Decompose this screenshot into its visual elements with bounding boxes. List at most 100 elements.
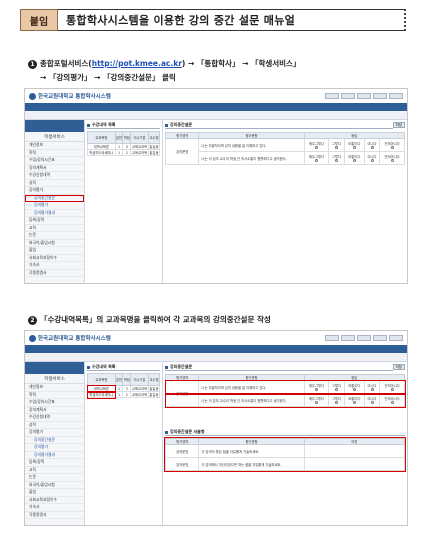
eval-panel: 강의중간설문 저장 평가영역 평가문항 응답 강의운영 나는 자발적이며 강의 …: [163, 120, 407, 283]
scale-option[interactable]: 매우그렇다: [303, 138, 330, 152]
opinion-input[interactable]: [303, 444, 406, 458]
screenshot-1: 한국교원대학교 통합학사시스템 학생서비스 개인정보 학적 수업/강의시간표 강…: [24, 88, 408, 284]
sidebar-item[interactable]: 수강신청내역: [25, 414, 84, 422]
sidebar-item-midterm-survey[interactable]: 강의중간설문: [25, 194, 84, 202]
sidebar-item[interactable]: 외국어/졸업시험: [25, 482, 84, 489]
sidebar-item[interactable]: 각종증명서: [25, 512, 84, 519]
course-name[interactable]: 학생지도와세미나: [87, 149, 116, 156]
scale-option[interactable]: 그렇다: [328, 393, 345, 407]
sidebar-item[interactable]: 졸업: [25, 489, 84, 497]
scale-option[interactable]: 매우그렇다: [303, 151, 330, 165]
sidebar-item[interactable]: 각종증명서: [25, 270, 84, 277]
sidebar-item[interactable]: 강의평가: [25, 429, 84, 437]
sidebar-item[interactable]: 사회교육과정이수: [25, 255, 84, 262]
sidebar-item[interactable]: 외국어/졸업시험: [25, 240, 84, 247]
portal-link[interactable]: http://pot.kmee.ac.kr: [92, 59, 182, 68]
step-1-post: ) → 「통합학사」 → 「학생서비스」: [181, 59, 301, 68]
save-button[interactable]: 저장: [392, 364, 405, 370]
col-header: 교수명: [147, 373, 161, 386]
sidebar-item[interactable]: 교직: [25, 225, 84, 232]
col-header: 학점: [122, 373, 132, 386]
opinion-input[interactable]: [303, 457, 406, 471]
sidebar-item[interactable]: 강의평가: [25, 444, 84, 452]
sidebar-item[interactable]: 수업/강의시간표: [25, 157, 84, 165]
scale-option[interactable]: 전혀아니다: [379, 151, 405, 165]
col-header: 분반: [114, 131, 124, 144]
step-2-number: 2: [28, 316, 37, 325]
sidebar-item[interactable]: 개인정보: [25, 142, 84, 150]
scale-option[interactable]: 매우그렇다: [303, 380, 330, 394]
sidebar-item[interactable]: 졸업: [25, 247, 84, 255]
eval-area: 강의운영: [164, 138, 200, 165]
scale-option[interactable]: 전혀아니다: [379, 380, 405, 394]
eval-question: 나는 이 강의 교수의 학생 간 의사소통이 원활하다고 생각한다.: [198, 393, 305, 407]
sidebar-item[interactable]: 강의계획서: [25, 407, 84, 414]
breadcrumb: [25, 353, 407, 362]
eval-question: 나는 자발적이며 강의 내용을 잘 이해하고 있다.: [198, 380, 305, 394]
table-row[interactable]: 학생지도와세미나 1 2 교육교과목 홍길동: [87, 149, 161, 156]
sidebar-item[interactable]: 교직: [25, 467, 84, 474]
sidebar-header: [25, 120, 84, 132]
table-row[interactable]: 학생지도와세미나 1 2 교육교과목 홍길동: [86, 390, 161, 399]
scale-option[interactable]: 보통이다: [343, 138, 365, 152]
screenshot-2: 한국교원대학교 통합학사시스템 학생서비스 개인정보 학적 수업/강의시간표 강…: [24, 330, 408, 526]
sidebar-item-midterm-survey[interactable]: 강의중간설문: [25, 437, 84, 444]
sidebar-item[interactable]: 학적: [25, 392, 84, 399]
scale-option[interactable]: 그렇다: [328, 138, 345, 152]
save-button[interactable]: 저장: [392, 122, 405, 128]
sidebar-item[interactable]: 기숙사: [25, 262, 84, 270]
sidebar: 학생서비스 개인정보 학적 수업/강의시간표 강의계획서 수강신청내역 성적 강…: [25, 120, 85, 283]
sidebar-item[interactable]: 강의평가결과: [25, 210, 84, 217]
sidebar-item[interactable]: 강의평가: [25, 202, 84, 210]
scale-option[interactable]: 전혀아니다: [379, 393, 405, 407]
step-1-line-1: 1 종합포털서비스(http://pot.kmee.ac.kr) → 「통합학사」…: [28, 58, 300, 70]
course-panel: 수강내역 목록 교과목명 분반 학점 이수구분 교수명 대학교육론 1 3 교육…: [85, 120, 163, 283]
sidebar-item[interactable]: 성적: [25, 180, 84, 187]
scale-option[interactable]: 그렇다: [328, 380, 345, 394]
sidebar-item[interactable]: 개인정보: [25, 384, 84, 392]
scale-option[interactable]: 아니다: [363, 393, 381, 407]
scale-option[interactable]: 아니다: [363, 151, 381, 165]
course-table: 교과목명 분반 학점 이수구분 교수명 대학교육론 1 3 교육교과목 홍길동 …: [86, 373, 161, 399]
sidebar-item[interactable]: 수강신청내역: [25, 172, 84, 180]
scale-option[interactable]: 아니다: [363, 138, 381, 152]
app-topbar: 한국교원대학교 통합학사시스템: [25, 89, 407, 103]
sidebar-item[interactable]: 기숙사: [25, 504, 84, 512]
sidebar-item[interactable]: 사회교육과정이수: [25, 497, 84, 504]
cell: 교육교과목: [130, 143, 149, 150]
sidebar-item[interactable]: 성적: [25, 422, 84, 429]
sidebar-item[interactable]: 등록/장학: [25, 459, 84, 467]
col-header: 이수구분: [130, 373, 149, 386]
scale-option[interactable]: 보통이다: [343, 151, 365, 165]
sidebar-item[interactable]: 강의평가: [25, 187, 84, 195]
cell: 홍길동: [147, 391, 161, 398]
step-1-line-2: → 「강의평가」 → 「강의중간설문」 클릭: [40, 73, 176, 82]
top-buttons: [325, 335, 403, 341]
eval-question: 나는 이 강의 교수의 학생 간 의사소통이 원활하다고 생각한다.: [198, 151, 305, 165]
step-1-number: 1: [28, 60, 37, 69]
app-navbar: [25, 345, 407, 353]
course-table: 교과목명 분반 학점 이수구분 교수명 대학교육론 1 3 교육교과목 홍길동 …: [87, 131, 161, 156]
sidebar-item[interactable]: 수업/강의시간표: [25, 399, 84, 407]
sidebar-item[interactable]: 논문: [25, 474, 84, 482]
scale-option[interactable]: 그렇다: [328, 151, 345, 165]
scale-option[interactable]: 매우그렇다: [303, 393, 330, 407]
course-panel: 수강내역 목록 교과목명 분반 학점 이수구분 교수명 대학교육론 1 3 교육…: [85, 362, 163, 525]
sidebar-item[interactable]: 논문: [25, 232, 84, 240]
scale-option[interactable]: 보통이다: [343, 393, 365, 407]
opinion-question: 이 강의에서 개선되었으면 하는 점을 자유롭게 기술하세요.: [198, 457, 305, 471]
cell: 1: [114, 149, 124, 156]
sidebar-item[interactable]: 강의평가결과: [25, 452, 84, 459]
scale-option[interactable]: 아니다: [363, 380, 381, 394]
scale-option[interactable]: 보통이다: [343, 380, 365, 394]
sidebar-item[interactable]: 강의계획서: [25, 165, 84, 172]
eval-panel-title: 강의중간설문: [165, 364, 393, 371]
sidebar-item[interactable]: 등록/장학: [25, 217, 84, 225]
cell: 교육교과목: [130, 385, 149, 392]
sidebar-item[interactable]: 학적: [25, 150, 84, 157]
opinion-panel-title: 강의중간설문 서술형: [165, 429, 405, 436]
scale-option[interactable]: 전혀아니다: [379, 138, 405, 152]
course-name-highlighted[interactable]: 학생지도와세미나: [86, 390, 117, 399]
cell: 홍길동: [147, 385, 161, 392]
sidebar-title: 학생서비스: [25, 374, 84, 384]
